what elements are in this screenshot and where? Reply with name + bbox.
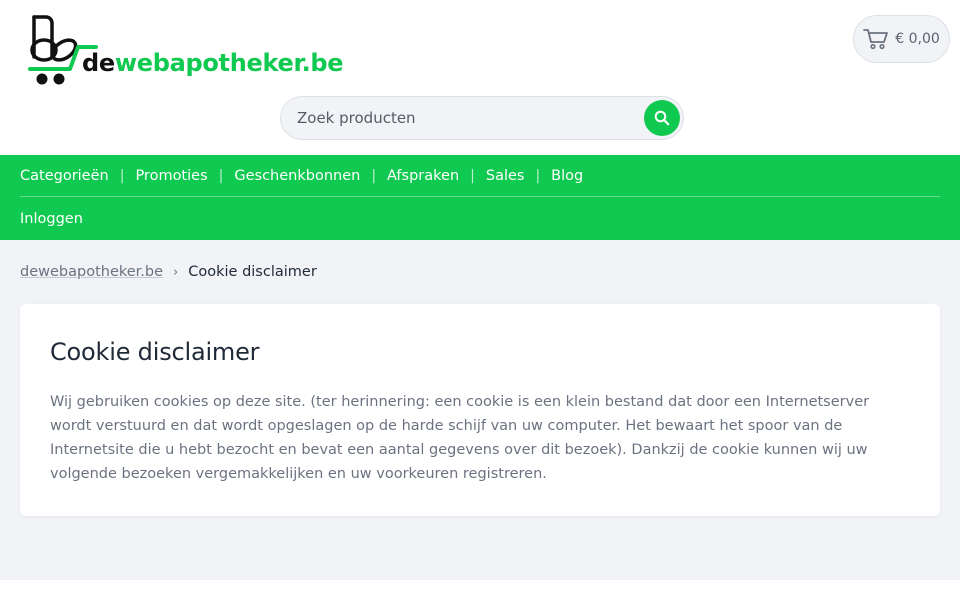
search-button[interactable] — [644, 100, 680, 136]
nav-item-sales[interactable]: Sales — [486, 168, 525, 184]
site-logo[interactable]: dewebapotheker.be — [28, 14, 344, 86]
logo-text-rest: webapotheker.be — [114, 49, 344, 77]
search-input[interactable] — [297, 97, 637, 139]
site-header: dewebapotheker.be € 0,00 — [0, 0, 960, 155]
main-content: dewebapotheker.be › Cookie disclaimer Co… — [0, 240, 960, 580]
breadcrumb-current: Cookie disclaimer — [188, 264, 317, 280]
chevron-right-icon: › — [173, 264, 179, 280]
nav-item-categorieen[interactable]: Categorieën — [20, 168, 109, 184]
page-footer-strip — [0, 580, 960, 600]
nav-item-promoties[interactable]: Promoties — [135, 168, 207, 184]
page-title: Cookie disclaimer — [50, 338, 260, 366]
cart-icon — [863, 29, 889, 50]
login-link[interactable]: Inloggen — [20, 211, 83, 227]
breadcrumb: dewebapotheker.be › Cookie disclaimer — [20, 262, 940, 282]
search-icon — [654, 110, 670, 126]
nav-separator: | — [119, 167, 125, 184]
nav-item-blog[interactable]: Blog — [551, 168, 583, 184]
logo-text-prefix: de — [82, 49, 115, 77]
breadcrumb-home-link[interactable]: dewebapotheker.be — [20, 264, 163, 280]
nav-separator: | — [371, 167, 377, 184]
cart-amount: € 0,00 — [895, 31, 940, 47]
search-bar — [280, 96, 684, 140]
nav-row-secondary: Inloggen — [20, 197, 940, 240]
content-card: Cookie disclaimer Wij gebruiken cookies … — [20, 304, 940, 516]
logo-text: dewebapotheker.be — [82, 49, 344, 77]
nav-item-afspraken[interactable]: Afspraken — [387, 168, 459, 184]
nav-separator: | — [470, 167, 475, 184]
nav-item-geschenkbonnen[interactable]: Geschenkbonnen — [234, 168, 360, 184]
cart-button[interactable]: € 0,00 — [853, 15, 950, 63]
main-navigation: Categorieën | Promoties | Geschenkbonnen… — [0, 155, 960, 240]
nav-row-primary: Categorieën | Promoties | Geschenkbonnen… — [20, 155, 940, 197]
nav-separator: | — [535, 167, 541, 184]
nav-separator: | — [218, 167, 224, 184]
page-body-text: Wij gebruiken cookies op deze site. (ter… — [50, 394, 870, 482]
